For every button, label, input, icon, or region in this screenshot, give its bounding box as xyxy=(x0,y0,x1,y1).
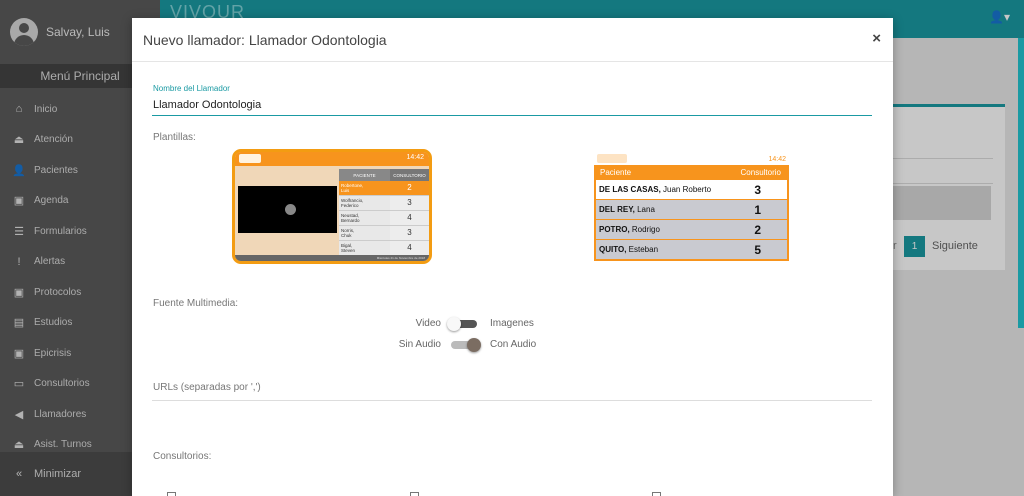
office-cell: 4 xyxy=(390,211,429,225)
modal-header: Nuevo llamador: Llamador Odontologia xyxy=(132,18,893,62)
patient-first-name: Chuk xyxy=(341,233,352,238)
play-icon xyxy=(285,204,296,215)
patient-first-name: Steven xyxy=(341,248,356,253)
patient-cell: Wolfrancio, Federico xyxy=(339,196,390,210)
patient-first-name: Federico xyxy=(341,203,359,208)
logo xyxy=(239,154,261,163)
name-field[interactable] xyxy=(152,94,872,116)
toggle-switch[interactable] xyxy=(451,337,481,352)
toggle-left-label: Sin Audio xyxy=(398,339,441,350)
office-cell: 3 xyxy=(390,196,429,210)
patient-cell: Robertone, Luis xyxy=(339,181,390,195)
close-icon[interactable]: × xyxy=(872,30,881,47)
patient-cell: DE LAS CASAS, Juan Roberto xyxy=(599,185,711,194)
template-footer: Miércoles 21 de Noviembre de 2018 xyxy=(235,255,429,261)
template-table: Paciente Consultorio DE LAS CASAS, Juan … xyxy=(594,165,789,261)
col-office: Consultorio xyxy=(740,168,781,177)
scroll-strip xyxy=(1018,38,1024,328)
audio-toggle[interactable]: Sin Audio Con Audio xyxy=(385,337,537,352)
new-caller-modal: Nuevo llamador: Llamador Odontologia × N… xyxy=(132,18,893,496)
consultorio-checkbox[interactable] xyxy=(652,492,661,496)
office-cell: 3 xyxy=(754,182,761,197)
col-office: CONSULTORIO xyxy=(390,169,429,181)
table-row: Norris, Chuk 3 xyxy=(339,226,429,241)
table-header: Paciente Consultorio xyxy=(596,167,787,179)
patient-last-name: QUITO, xyxy=(599,245,627,254)
toggle-right-label: Imagenes xyxy=(490,318,534,329)
table-row: Bigal, Steven 4 xyxy=(339,241,429,256)
patient-first-name: Rodrigo xyxy=(631,225,660,234)
table-row: DEL REY, Lana 1 xyxy=(596,200,787,219)
office-cell: 5 xyxy=(754,242,761,257)
patient-cell: POTRO, Rodrigo xyxy=(599,225,660,234)
consultorio-checkbox[interactable] xyxy=(167,492,176,496)
patient-last-name: DEL REY, xyxy=(599,205,635,214)
table-row: DE LAS CASAS, Juan Roberto 3 xyxy=(596,180,787,199)
multimedia-label: Fuente Multimedia: xyxy=(153,298,239,309)
table-row: Neustad, Bernardo 4 xyxy=(339,211,429,226)
office-cell: 2 xyxy=(390,181,429,195)
col-patient: Paciente xyxy=(600,168,632,177)
consultorios-label: Consultorios: xyxy=(153,451,212,462)
template-header: 14:42 xyxy=(235,152,429,166)
table-row: QUITO, Esteban 5 xyxy=(596,240,787,259)
office-cell: 3 xyxy=(390,226,429,240)
patient-first-name: Esteban xyxy=(628,245,659,254)
patient-last-name: POTRO, xyxy=(599,225,630,234)
patient-cell: QUITO, Esteban xyxy=(599,245,658,254)
patient-cell: Norris, Chuk xyxy=(339,226,390,240)
template-table: PACIENTE CONSULTORIO Robertone, Luis 2 Wolf… xyxy=(339,169,429,256)
toggle-right-label: Con Audio xyxy=(490,339,537,350)
video-preview xyxy=(238,186,337,233)
table-header: PACIENTE CONSULTORIO xyxy=(339,169,429,181)
template-option-list[interactable]: 14:42 Paciente Consultorio DE LAS CASAS,… xyxy=(594,154,789,261)
patient-last-name: DE LAS CASAS, xyxy=(599,185,661,194)
toggle-left-label: Video xyxy=(415,318,441,329)
patient-cell: Neustad, Bernardo xyxy=(339,211,390,225)
col-patient: PACIENTE xyxy=(339,169,390,181)
modal-title: Nuevo llamador: Llamador Odontologia xyxy=(143,31,387,48)
logo xyxy=(597,154,627,163)
template-option-video[interactable]: 14:42 PACIENTE CONSULTORIO Robertone, Lui… xyxy=(232,149,432,264)
template-time: 14:42 xyxy=(406,154,424,161)
urls-input[interactable]: URLs (separadas por ',') xyxy=(152,382,872,401)
template-header: 14:42 xyxy=(594,154,789,164)
office-cell: 1 xyxy=(754,202,761,217)
toggle-switch[interactable] xyxy=(447,316,477,331)
patient-cell: Bigal, Steven xyxy=(339,241,390,255)
template-time: 14:42 xyxy=(768,156,786,163)
patient-first-name: Luis xyxy=(341,188,350,193)
templates-label: Plantillas: xyxy=(153,132,196,143)
office-cell: 4 xyxy=(390,241,429,255)
patient-first-name: Juan Roberto xyxy=(663,185,712,194)
table-row: POTRO, Rodrigo 2 xyxy=(596,220,787,239)
table-row: Wolfrancio, Federico 3 xyxy=(339,196,429,211)
office-cell: 2 xyxy=(754,222,761,237)
patient-first-name: Lana xyxy=(637,205,655,214)
table-row: Robertone, Luis 2 xyxy=(339,181,429,196)
name-field-label: Nombre del Llamador xyxy=(153,84,230,93)
video-images-toggle[interactable]: Video Imagenes xyxy=(401,316,534,331)
consultorio-checkbox[interactable] xyxy=(410,492,419,496)
patient-cell: DEL REY, Lana xyxy=(599,205,655,214)
patient-first-name: Bernardo xyxy=(341,218,360,223)
